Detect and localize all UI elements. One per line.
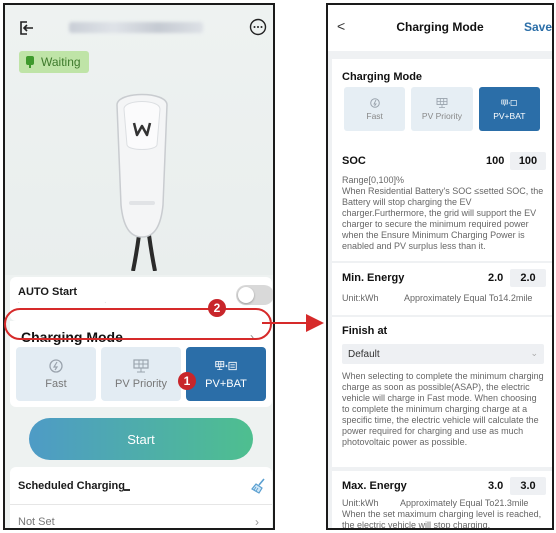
scheduled-value[interactable]: Not Set — [18, 516, 55, 528]
min-energy-heading: Min. Energy — [342, 272, 405, 284]
charging-mode-screen: < Charging Mode Save Charging Mode Fast … — [326, 3, 554, 530]
chevron-down-icon: ⌄ — [530, 348, 538, 358]
solar-panel-icon — [436, 97, 448, 108]
exit-icon[interactable] — [17, 19, 35, 37]
max-energy-approx: Approximately Equal To21.3mile — [400, 498, 529, 508]
text-cursor — [124, 489, 130, 491]
auto-start-toggle[interactable] — [236, 285, 273, 305]
max-energy-input[interactable]: 3.0 — [510, 477, 546, 495]
max-energy-heading: Max. Energy — [342, 480, 407, 492]
soc-heading: SOC — [342, 155, 366, 167]
charging-mode-heading: Charging Mode — [342, 71, 423, 83]
max-energy-unit: Unit:kWh — [342, 498, 379, 508]
mode-option-label: PV+BAT — [205, 377, 247, 390]
more-options-icon[interactable] — [249, 18, 267, 36]
solar-panel-icon — [133, 358, 149, 372]
scheduled-charging-card: Scheduled Charging Not Set › — [10, 467, 272, 529]
status-badge: Waiting — [19, 51, 89, 73]
mode-option-pv-bat[interactable]: PV+BAT — [186, 347, 266, 401]
mode-option-label: Fast — [45, 377, 67, 390]
step-badge-1: 1 — [178, 372, 196, 390]
page-title: Charging Mode — [396, 20, 484, 34]
soc-description: When Residential Battery's SOC ≤setted S… — [342, 186, 544, 251]
scheduled-charging-label: Scheduled Charging — [18, 480, 125, 492]
mode-option-label: Fast — [366, 110, 383, 121]
min-energy-unit: Unit:kWh — [342, 293, 379, 303]
soc-input[interactable]: 100 — [510, 152, 546, 170]
mode-option-fast[interactable]: Fast — [344, 87, 406, 131]
finish-at-select[interactable]: Default ⌄ — [342, 344, 544, 364]
mode-option-label: PV+BAT — [493, 110, 526, 121]
broom-clear-icon[interactable] — [250, 477, 268, 495]
save-button[interactable]: Save — [524, 20, 552, 34]
nav-bar: < Charging Mode Save — [328, 5, 552, 51]
min-energy-current-value: 2.0 — [488, 272, 504, 284]
soc-range: Range[0,100]% — [342, 175, 405, 185]
min-energy-input[interactable]: 2.0 — [510, 269, 546, 287]
mode-option-pv-priority[interactable]: PV Priority — [101, 347, 181, 401]
mode-option-pv-priority[interactable]: PV Priority — [411, 87, 473, 131]
solar-battery-icon — [215, 360, 237, 370]
max-energy-description: When the set maximum charging level is r… — [342, 509, 542, 530]
step-badge-2: 2 — [208, 299, 226, 317]
finish-at-description: When selecting to complete the minimum c… — [342, 371, 544, 447]
finish-at-heading: Finish at — [342, 325, 388, 337]
mode-option-label: PV Priority — [115, 377, 167, 390]
mode-option-pv-bat[interactable]: PV+BAT — [478, 87, 540, 131]
max-energy-current-value: 3.0 — [488, 480, 504, 492]
auto-start-label: AUTO Start — [18, 286, 78, 298]
charger-image — [116, 93, 168, 271]
plug-icon — [26, 56, 34, 68]
chevron-right-icon: › — [255, 515, 259, 529]
charging-mode-highlight — [4, 308, 272, 340]
finish-at-selected: Default — [348, 348, 380, 360]
mode-option-fast[interactable]: Fast — [16, 347, 96, 401]
arrow-right-icon — [262, 314, 324, 332]
divider — [10, 504, 272, 505]
app-home-screen: Waiting AUTO Start Charging Mode › Fast — [3, 3, 275, 530]
mode-option-label: PV Priority — [421, 110, 463, 121]
device-name-blurred — [69, 22, 203, 33]
start-button[interactable]: Start — [29, 418, 253, 460]
min-energy-approx: Approximately Equal To14.2mile — [404, 293, 533, 303]
fast-charge-icon — [49, 358, 63, 373]
status-text: Waiting — [41, 55, 81, 69]
fast-charge-icon — [369, 97, 380, 108]
soc-current-value: 100 — [486, 155, 505, 167]
solar-battery-icon — [501, 99, 517, 106]
